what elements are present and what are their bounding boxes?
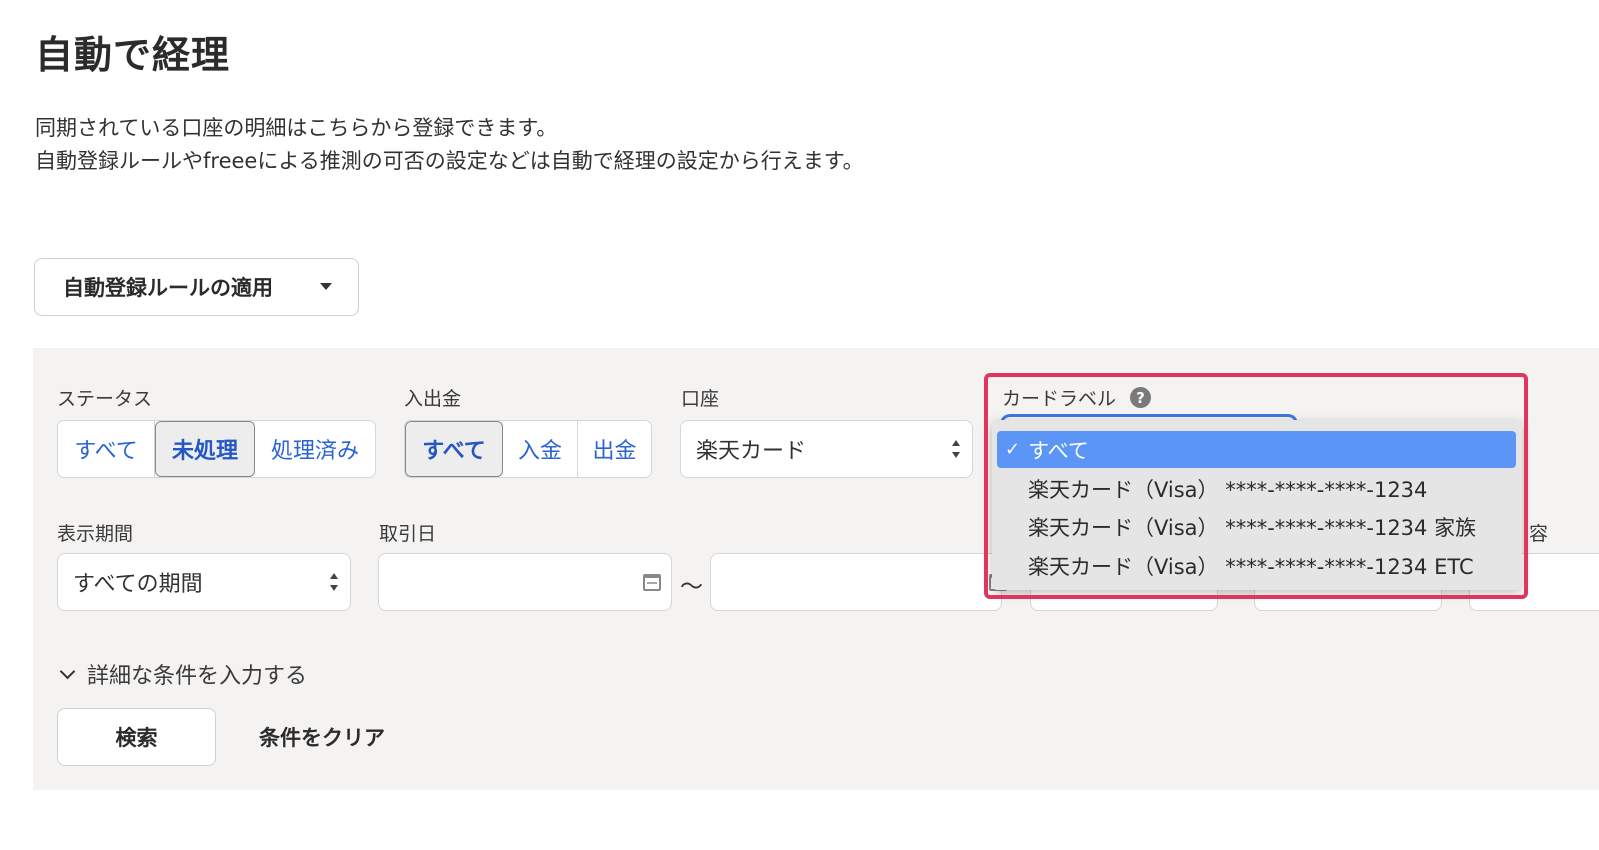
page-description-line-2: 自動登録ルールやfreeeによる推測の可否の設定などは自動で経理の設定から行えま… — [35, 149, 864, 173]
apply-rules-label: 自動登録ルールの適用 — [63, 276, 273, 300]
caret-down-icon — [320, 283, 332, 290]
in-out-option-deposit[interactable]: 入金 — [503, 421, 578, 477]
account-select-value: 楽天カード — [696, 439, 807, 464]
detail-conditions-toggle[interactable]: 詳細な条件を入力する — [59, 658, 308, 690]
status-label: ステータス — [57, 388, 153, 410]
date-to-input[interactable] — [710, 553, 1007, 611]
period-select-value: すべての期間 — [73, 572, 203, 597]
account-label: 口座 — [681, 388, 720, 410]
status-option-all[interactable]: すべて — [58, 421, 155, 477]
date-range-separator: 〜 — [680, 574, 703, 600]
in-out-option-all[interactable]: すべて — [405, 421, 503, 477]
in-out-option-withdrawal[interactable]: 出金 — [578, 421, 651, 477]
status-option-unprocessed[interactable]: 未処理 — [155, 421, 255, 477]
partial-field-label: 容 — [1529, 523, 1549, 545]
calendar-icon[interactable] — [643, 574, 661, 591]
status-option-processed[interactable]: 処理済み — [255, 421, 375, 477]
in-out-label: 入出金 — [404, 388, 462, 410]
account-select[interactable]: 楽天カード — [680, 420, 973, 478]
period-select[interactable]: すべての期間 — [57, 553, 351, 611]
date-from-input[interactable] — [378, 553, 672, 611]
date-label: 取引日 — [379, 523, 437, 545]
highlight-annotation-box — [984, 373, 1528, 599]
period-label: 表示期間 — [57, 523, 134, 545]
apply-rules-dropdown-button[interactable]: 自動登録ルールの適用 — [34, 258, 359, 316]
select-arrows-icon — [330, 573, 338, 591]
detail-conditions-label: 詳細な条件を入力する — [87, 664, 308, 689]
page-title: 自動で経理 — [35, 33, 231, 77]
clear-conditions-button[interactable]: 条件をクリア — [259, 722, 385, 752]
in-out-segmented-control: すべて 入金 出金 — [404, 420, 652, 478]
select-arrows-icon — [952, 440, 960, 458]
page-description-line-1: 同期されている口座の明細はこちらから登録できます。 — [35, 116, 558, 140]
chevron-down-icon — [59, 663, 76, 679]
status-segmented-control: すべて 未処理 処理済み — [57, 420, 376, 478]
search-button[interactable]: 検索 — [57, 708, 216, 766]
